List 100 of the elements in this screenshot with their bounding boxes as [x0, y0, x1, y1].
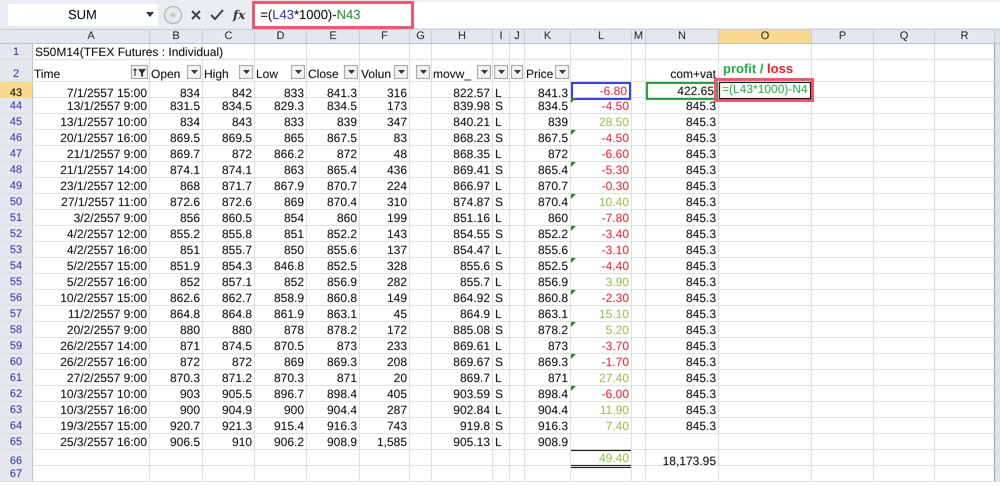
table-cell-text: S — [494, 290, 504, 305]
filter-button[interactable] — [494, 65, 508, 79]
table-cell-text: 896.7 — [272, 386, 305, 401]
row-header[interactable]: 52 — [0, 226, 33, 241]
column-header[interactable]: K — [525, 30, 571, 43]
table-cell-text: 874.87 — [452, 194, 491, 209]
table-cell-text: 898.4 — [326, 386, 358, 401]
filter-button[interactable] — [131, 65, 148, 79]
name-box[interactable]: SUM — [8, 4, 158, 26]
filter-button[interactable] — [394, 65, 408, 79]
formula-field[interactable]: =(L43*1000)-N43 — [252, 2, 1000, 28]
filter-button[interactable] — [416, 65, 430, 79]
row-header[interactable]: 64 — [0, 418, 33, 433]
row-header[interactable]: 44 — [0, 98, 33, 113]
row-header[interactable]: 58 — [0, 322, 33, 337]
row-header[interactable]: 53 — [0, 242, 33, 257]
table-cell-text: 900 — [282, 402, 305, 417]
table-cell-text: 864.8 — [168, 306, 201, 321]
table-cell-text: S — [494, 322, 504, 337]
column-header[interactable]: F — [360, 30, 410, 43]
column-header[interactable]: M — [632, 30, 646, 43]
row-header[interactable]: 56 — [0, 290, 33, 305]
filter-button[interactable] — [187, 65, 201, 79]
filter-button[interactable] — [344, 65, 358, 79]
row-header[interactable]: 46 — [0, 130, 33, 145]
column-header[interactable]: E — [307, 30, 360, 43]
table-cell-text: L — [494, 178, 503, 193]
insert-function-button[interactable]: fx — [230, 8, 248, 22]
table-cell-text: 852.2 — [326, 226, 358, 241]
row-header[interactable]: 65 — [0, 434, 33, 449]
table-cell-text: 885.08 — [452, 322, 491, 337]
table-cell-text: 11/2/2557 9:00 — [66, 306, 148, 321]
column-header[interactable]: A — [33, 30, 150, 43]
table-cell-text: S — [494, 258, 504, 273]
row-header[interactable]: 57 — [0, 306, 33, 321]
filter-button[interactable] — [511, 65, 523, 79]
row-header[interactable]: 2 — [0, 60, 33, 81]
column-header: High — [204, 67, 230, 81]
column-header[interactable]: J — [510, 30, 525, 43]
column-header[interactable]: R — [935, 30, 995, 43]
table-cell-text: 19/3/2557 15:00 — [59, 418, 148, 433]
row-header[interactable]: 63 — [0, 402, 33, 417]
column-header[interactable]: D — [255, 30, 307, 43]
row-header[interactable]: 54 — [0, 258, 33, 273]
table-cell-text: 855.6 — [536, 242, 569, 257]
filter-button[interactable] — [477, 65, 491, 79]
row-header[interactable]: 59 — [0, 338, 33, 353]
table-cell-text: 906.5 — [168, 434, 201, 449]
table-cell-text: 842 — [230, 85, 253, 100]
table-cell-text: 868.23 — [452, 130, 491, 145]
table-cell: 5.20 — [571, 322, 631, 337]
column-header[interactable]: L — [571, 30, 632, 43]
table-cell-text: 865 — [282, 130, 305, 145]
column-header[interactable]: H — [432, 30, 493, 43]
row-header[interactable]: 67 — [0, 466, 33, 481]
row-header[interactable]: 61 — [0, 370, 33, 385]
table-cell-text: 839.98 — [452, 98, 491, 113]
column-header[interactable]: B — [150, 30, 203, 43]
cancel-icon[interactable] — [190, 8, 202, 20]
filter-button[interactable] — [291, 65, 305, 79]
row-header[interactable]: 62 — [0, 386, 33, 401]
table-cell-text: 905.13 — [452, 434, 491, 449]
table-cell-text: 20/1/2557 16:00 — [59, 130, 148, 145]
table-cell-text: 841.3 — [536, 85, 569, 100]
column-header[interactable]: N — [646, 30, 719, 43]
row-header[interactable]: 51 — [0, 210, 33, 225]
table-cell-text: S — [494, 98, 504, 113]
row-header[interactable]: 45 — [0, 114, 33, 129]
filter-button[interactable] — [555, 65, 569, 79]
table-cell-text: 855.7 — [220, 242, 253, 257]
table-cell-text: 833 — [282, 85, 305, 100]
table-cell-text: 863.1 — [536, 306, 569, 321]
table-cell-text: S — [494, 418, 504, 433]
row-header[interactable]: 1 — [0, 44, 33, 59]
table-cell-text: 316 — [386, 85, 408, 100]
table-cell-text: L — [494, 370, 503, 385]
row-header[interactable]: 50 — [0, 194, 33, 209]
table-cell: -2.30 — [571, 290, 631, 305]
column-header[interactable]: Q — [874, 30, 935, 43]
error-indicator-icon — [571, 226, 576, 231]
row-header[interactable]: 47 — [0, 146, 33, 161]
column-header[interactable]: I — [493, 30, 510, 43]
check-icon[interactable] — [210, 8, 224, 20]
table-cell-text: 860.8 — [326, 290, 358, 305]
table-cell-text: 11.90 — [598, 402, 630, 417]
sort-filter-icon — [133, 68, 146, 76]
filter-button[interactable] — [239, 65, 253, 79]
table-cell-text: 18,173.95 — [662, 453, 717, 468]
column-header[interactable]: G — [410, 30, 432, 43]
dropdown-arrow-icon — [480, 70, 488, 74]
row-header[interactable]: 49 — [0, 178, 33, 193]
column-header[interactable]: C — [203, 30, 255, 43]
row-header[interactable]: 48 — [0, 162, 33, 177]
table-cell-text: 874.5 — [220, 338, 253, 353]
row-header[interactable]: 55 — [0, 274, 33, 289]
table-cell-text: 7.40 — [604, 418, 630, 433]
column-header[interactable]: O — [719, 30, 812, 43]
column-header[interactable]: P — [812, 30, 874, 43]
table-cell-text: 26/2/2557 16:00 — [59, 354, 148, 369]
row-header[interactable]: 60 — [0, 354, 33, 369]
